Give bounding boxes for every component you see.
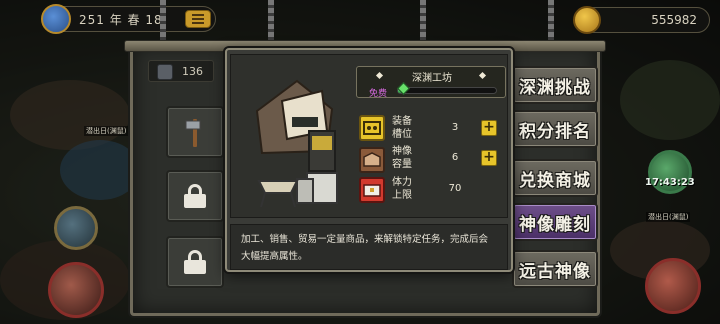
stat-label-statue-capacity: 神像 容量 <box>392 146 412 170</box>
menu-statue-carving[interactable]: 神像雕刻 <box>512 203 598 241</box>
stamina-chest-icon <box>359 177 385 203</box>
workshop-description: 加工、销售、贸易一定量商品，来解锁特定任务，完成后会大幅提高属性。 <box>230 224 508 270</box>
right-attack-button[interactable] <box>645 258 701 314</box>
event-timer: 17:43:23 <box>645 177 695 188</box>
workshop-title-box: 深渊工坊 免费 <box>356 66 506 99</box>
resource-left-value: 136 <box>182 64 203 78</box>
menu-ancient-statue[interactable]: 远古神像 <box>512 250 598 288</box>
date-text: 251 年 春 18 <box>79 12 163 27</box>
stat-value-statue-capacity: 6 <box>451 152 459 163</box>
resource-counter-left: 136 <box>148 60 214 82</box>
gold-amount: 555982 <box>651 13 697 27</box>
upgrade-equipment-slot-button[interactable]: + <box>481 120 497 136</box>
equipment-slot-icon <box>359 115 385 141</box>
stat-value-stamina-cap: 70 <box>448 183 462 194</box>
menu-score-ranking[interactable]: 积分排名 <box>512 110 598 148</box>
statue-box-icon <box>359 147 385 173</box>
locked-slot-1[interactable] <box>166 170 224 222</box>
date-display: 251 年 春 18 <box>41 4 216 34</box>
menu-exchange-shop[interactable]: 兑换商城 <box>512 159 598 197</box>
lock-icon <box>184 250 206 274</box>
axe-icon <box>185 119 201 147</box>
menu-icon[interactable] <box>185 10 211 28</box>
workshop-building-icon <box>255 79 338 208</box>
upgrade-statue-capacity-button[interactable]: + <box>481 150 497 166</box>
resource-cube-icon <box>157 64 173 80</box>
gold-coin-icon <box>573 6 601 34</box>
stat-value-equipment-slot: 3 <box>451 122 459 133</box>
locked-slot-2[interactable] <box>166 236 224 288</box>
chain-decoration <box>420 0 426 42</box>
world-unit-tag-right: 潜出日(渊鼠) <box>646 212 691 222</box>
globe-icon[interactable] <box>41 4 71 34</box>
world-unit-tag-left: 潜出日(渊鼠) <box>84 126 129 136</box>
level-progress-bar <box>397 87 497 94</box>
left-skill-button[interactable] <box>54 206 98 250</box>
tool-slot-axe[interactable] <box>166 106 224 158</box>
gold-display: 555982 <box>573 6 710 34</box>
level-label: 免费 <box>369 89 388 99</box>
stat-label-equipment-slot: 装备 槽位 <box>392 116 412 140</box>
stat-label-stamina-cap: 体力 上限 <box>392 177 412 201</box>
lock-icon <box>184 184 206 208</box>
menu-abyss-challenge[interactable]: 深渊挑战 <box>512 66 598 104</box>
left-attack-button[interactable] <box>48 262 104 318</box>
